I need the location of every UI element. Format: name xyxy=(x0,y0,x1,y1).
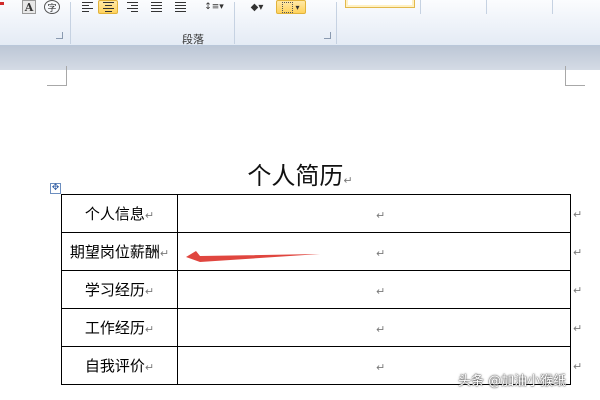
annotation-arrow xyxy=(186,251,320,262)
watermark: 头条 @加油小猴纸 xyxy=(458,374,567,389)
